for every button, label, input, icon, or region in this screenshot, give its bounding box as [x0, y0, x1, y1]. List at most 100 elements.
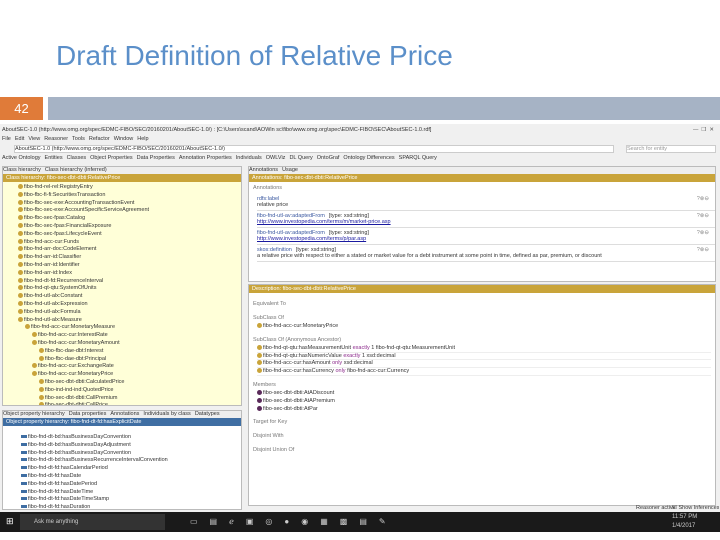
tab[interactable]: Object Properties	[90, 155, 133, 161]
member-item[interactable]: fibo-sec-dbt-dbti:AtPar	[257, 406, 711, 414]
show-inferences-checkbox[interactable]: ☑ Show Inferences	[672, 505, 719, 511]
property-tree-item[interactable]: fibo-fnd-dt-fd:hasDateTimeStamp	[21, 496, 241, 504]
property-tree-item[interactable]: fibo-fnd-dt-fd:hasDate	[21, 473, 241, 481]
tab[interactable]: Classes	[67, 155, 87, 161]
class-tree-item[interactable]: fibo-fnd-acc-cur:MonetaryPrice	[32, 371, 241, 379]
tab[interactable]: Data Properties	[137, 155, 175, 161]
anonymous-ancestor-item[interactable]: fibo-fnd-acc-cur:hasAmount only xsd:deci…	[257, 360, 711, 369]
annotation-value[interactable]: http://www.investopedia.com/terms/p/par.…	[257, 236, 715, 242]
class-tree-item[interactable]: fibo-fbc-sec-exe:AccountSpecificServiceA…	[18, 207, 241, 215]
property-tree-item[interactable]: fibo-fnd-dt-bd:hasBusinessRecurrenceInte…	[21, 457, 241, 465]
tab[interactable]: DL Query	[289, 155, 312, 161]
class-tree-item[interactable]: fibo-fbc-sec-exe:AccountingTransactionEv…	[18, 200, 241, 208]
class-tree-item[interactable]: fibo-fnd-qt-qtu:SystemOfUnits	[18, 285, 241, 293]
menu-item[interactable]: Help	[137, 136, 148, 142]
class-tree-item[interactable]: fibo-fnd-utl-alx:Measure	[18, 317, 241, 325]
annotation-edit-controls-icon[interactable]: ?⊗⊖	[697, 247, 709, 253]
class-tree-item[interactable]: fibo-sec-dbt-dbti:CallPremium	[39, 395, 241, 403]
property-tree-item[interactable]: fibo-fnd-dt-fd:hasDatePeriod	[21, 481, 241, 489]
class-tree-item[interactable]: fibo-fnd-acc-cur:MonetaryAmount	[32, 340, 241, 348]
class-tree-item[interactable]: fibo-fnd-dt-fd:RecurrenceInterval	[18, 278, 241, 286]
class-tree-item[interactable]: fibo-sec-dbt-dbti:CallPrice	[39, 402, 241, 405]
class-tab[interactable]: Class hierarchy (inferred)	[45, 167, 107, 173]
cortana-search[interactable]: Ask me anything	[20, 514, 165, 530]
member-item[interactable]: fibo-sec-dbt-dbti:AtADiscount	[257, 390, 711, 398]
protege-window: AboutSEC-1.0 (http://www.omg.org/spec/ED…	[0, 124, 720, 512]
class-tree-item[interactable]: fibo-fnd-arr-doc:CodeElement	[18, 246, 241, 254]
class-tree-item[interactable]: fibo-fbc-dae-dbt:Principal	[39, 356, 241, 364]
annotation-value[interactable]: http://www.investopedia.com/terms/m/mark…	[257, 219, 715, 225]
class-tree-item[interactable]: fibo-fnd-acc-cur:Funds	[18, 239, 241, 247]
property-tab[interactable]: Datatypes	[195, 411, 220, 417]
property-tree-item[interactable]: fibo-fnd-dt-fd:hasDuration	[21, 504, 241, 509]
anonymous-ancestor-item[interactable]: fibo-fnd-acc-cur:hasCurrency only fibo-f…	[257, 368, 711, 376]
menu-item[interactable]: Refactor	[89, 136, 110, 142]
tab[interactable]: Entities	[45, 155, 63, 161]
annotations-header: Annotations: fibo-sec-dbt-dbti:RelativeP…	[249, 174, 715, 182]
clock-date: 1/4/2017	[672, 523, 696, 529]
class-tree-item[interactable]: fibo-fnd-arr-id:Identifier	[18, 262, 241, 270]
class-tree-item[interactable]: fibo-fnd-acc-cur:InterestRate	[32, 332, 241, 340]
class-tree-item[interactable]: fibo-fnd-rel-rel:RegistryEntry	[18, 184, 241, 192]
annotation-edit-controls-icon[interactable]: ?⊗⊖	[697, 213, 709, 219]
address-bar[interactable]: AboutSEC-1.0 (http://www.omg.org/spec/ED…	[14, 145, 614, 153]
tab[interactable]: OWLViz	[266, 155, 286, 161]
property-tree-item[interactable]: fibo-fnd-dt-bd:hasBusinessDayAdjustment	[21, 442, 241, 450]
property-tab[interactable]: Annotations	[110, 411, 139, 417]
property-tab[interactable]: Data properties	[69, 411, 107, 417]
anonymous-ancestor-item[interactable]: fibo-fnd-qt-qtu:hasNumericValue exactly …	[257, 353, 711, 361]
anonymous-ancestor-item[interactable]: fibo-fnd-qt-qtu:hasMeasurementUnit exact…	[257, 345, 711, 353]
property-tab[interactable]: Individuals by class	[143, 411, 190, 417]
annotation-entry: skos:definition [type: xsd:string] a relat…	[257, 245, 715, 262]
menu-item[interactable]: Window	[114, 136, 134, 142]
class-tree-item[interactable]: fibo-fbc-fi-fi:SecuritiesTransaction	[18, 192, 241, 200]
menu-item[interactable]: File	[2, 136, 11, 142]
property-tab[interactable]: Object property hierarchy	[3, 411, 65, 417]
menu-item[interactable]: Tools	[72, 136, 85, 142]
class-tree-item[interactable]: fibo-fnd-acc-cur:MonetaryMeasure	[25, 324, 241, 332]
restriction-part: only	[332, 360, 343, 367]
member-item[interactable]: fibo-sec-dbt-dbti:AtAPremium	[257, 398, 711, 406]
superclass-item[interactable]: fibo-fnd-acc-cur:MonetaryPrice	[257, 323, 711, 331]
tab[interactable]: Active Ontology	[2, 155, 41, 161]
menu-bar: File Edit View Reasoner Tools Refactor Window H…	[2, 136, 153, 142]
property-tree-item[interactable]: fibo-fnd-dt-bd:hasBusinessDayConvention	[21, 450, 241, 458]
menu-item[interactable]: Reasoner	[44, 136, 68, 142]
members-label: Members	[253, 381, 276, 388]
class-tree-item[interactable]: fibo-fnd-utl-alx:Constant	[18, 293, 241, 301]
tab[interactable]: Ontology Differences	[343, 155, 394, 161]
tab[interactable]: OntoGraf	[317, 155, 340, 161]
class-tab[interactable]: Class hierarchy	[3, 167, 41, 173]
menu-item[interactable]: View	[28, 136, 40, 142]
class-tree-item[interactable]: fibo-fbc-sec-fpas:Catalog	[18, 215, 241, 223]
equivalent-to-label: Equivalent To	[253, 301, 286, 307]
class-tree-item[interactable]: fibo-fnd-utl-alx:Formula	[18, 309, 241, 317]
restriction-part: fibo-fnd-acc-cur:hasAmount	[263, 360, 333, 367]
annotation-value: a relative price with respect to either …	[257, 253, 602, 259]
annotation-tab[interactable]: Usage	[282, 167, 298, 173]
window-controls[interactable]: — ❐ ✕	[693, 127, 714, 133]
property-tree-item[interactable]: fibo-fnd-dt-fd:hasDateTime	[21, 489, 241, 497]
class-tree-item[interactable]: fibo-fnd-arr-id:Index	[18, 270, 241, 278]
tab[interactable]: Individuals	[236, 155, 262, 161]
class-tree-item[interactable]: fibo-fnd-acc-cur:ExchangeRate	[32, 363, 241, 371]
property-tree-item[interactable]: fibo-fnd-dt-fd:hasCalendarPeriod	[21, 465, 241, 473]
search-input[interactable]: Search for entity	[626, 145, 716, 153]
annotation-tab[interactable]: Annotations	[249, 167, 278, 173]
property-tree-item[interactable]: fibo-fnd-dt-bd:hasBusinessDayConvention	[21, 434, 241, 442]
restriction-part: fibo-fnd-qt-qtu:hasMeasurementUnit	[263, 344, 353, 351]
tab[interactable]: Annotation Properties	[179, 155, 232, 161]
class-tree-item[interactable]: fibo-fnd-utl-alx:Expression	[18, 301, 241, 309]
windows-start-icon[interactable]: ⊞	[6, 516, 14, 527]
class-tree-item[interactable]: fibo-ind-ind-ind:QuotedPrice	[39, 387, 241, 395]
class-tree-item[interactable]: fibo-fnd-arr-id:Classifier	[18, 254, 241, 262]
annotation-edit-controls-icon[interactable]: ?⊗⊖	[697, 230, 709, 236]
class-tree-item[interactable]: fibo-fbc-sec-fpas:FinancialExposure	[18, 223, 241, 231]
annotation-edit-controls-icon[interactable]: ?⊗⊖	[697, 196, 709, 202]
menu-item[interactable]: Edit	[15, 136, 24, 142]
class-tree-item[interactable]: fibo-fbc-dae-dbt:Interest	[39, 348, 241, 356]
class-tree-item[interactable]: fibo-fbc-sec-fpas:LifecycleEvent	[18, 231, 241, 239]
class-tree-item[interactable]: fibo-sec-dbt-dbti:CalculatedPrice	[39, 379, 241, 387]
tab[interactable]: SPARQL Query	[399, 155, 437, 161]
taskbar-app-icons[interactable]: ▭▤ℯ▣◎●◉▦▩▤✎	[190, 517, 398, 526]
